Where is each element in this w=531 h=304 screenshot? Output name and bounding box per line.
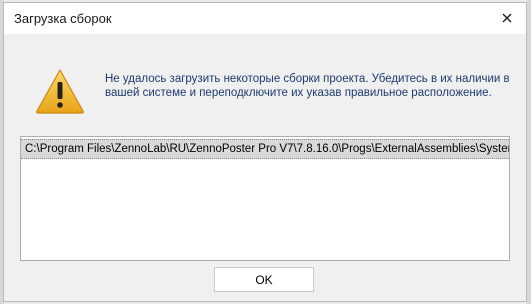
load-assemblies-dialog: Загрузка сборок Не удалось загрузить нек… <box>3 2 527 302</box>
assemblies-list[interactable]: C:\Program Files\ZennoLab\RU\ZennoPoster… <box>20 136 510 261</box>
close-button[interactable] <box>496 7 518 29</box>
dialog-titlebar: Загрузка сборок <box>4 3 526 34</box>
list-item[interactable]: C:\Program Files\ZennoLab\RU\ZennoPoster… <box>21 139 509 159</box>
ok-button[interactable]: OK <box>214 267 314 292</box>
close-icon <box>502 13 512 23</box>
background-right-edge <box>527 0 531 304</box>
error-message: Не удалось загрузить некоторые сборки пр… <box>105 73 510 99</box>
warning-icon <box>36 69 84 114</box>
dialog-title: Загрузка сборок <box>14 11 112 26</box>
